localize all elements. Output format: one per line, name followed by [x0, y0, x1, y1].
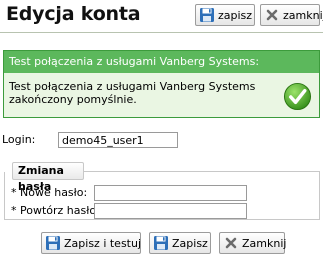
header-close-label: zamknij — [283, 8, 323, 22]
page-title: Edycja konta — [6, 3, 141, 25]
header-save-label: zapisz — [218, 8, 253, 22]
repeat-password-input[interactable] — [94, 203, 247, 219]
connection-test-message: Test połączenia z usługami Vanberg Syste… — [3, 50, 320, 118]
login-input[interactable] — [58, 132, 178, 148]
login-label: Login: — [2, 133, 36, 146]
floppy-disk-icon — [154, 236, 168, 250]
repeat-password-label: * Powtórz hasło: — [11, 204, 100, 217]
new-password-input[interactable] — [94, 185, 247, 201]
success-check-icon — [283, 82, 312, 111]
password-section-title: Zmiana hasła — [12, 162, 84, 193]
close-x-icon — [266, 9, 278, 21]
close-x-icon — [225, 237, 237, 249]
header-close-button[interactable]: zamknij — [260, 4, 323, 26]
title-divider — [0, 32, 323, 33]
floppy-disk-icon — [200, 8, 214, 22]
message-heading: Test połączenia z usługami Vanberg Syste… — [4, 51, 319, 73]
floppy-disk-icon — [46, 236, 60, 250]
save-and-test-button[interactable]: Zapisz i testuj — [41, 232, 141, 254]
save-and-test-label: Zapisz i testuj — [64, 236, 142, 250]
close-label: Zamknij — [242, 236, 287, 250]
save-label: Zapisz — [172, 236, 208, 250]
close-button[interactable]: Zamknij — [219, 232, 287, 254]
save-button[interactable]: Zapisz — [149, 232, 211, 254]
new-password-label: * Nowe hasło: — [11, 186, 88, 199]
header-save-button[interactable]: zapisz — [195, 4, 255, 26]
message-body: Test połączenia z usługami Vanberg Syste… — [9, 80, 256, 106]
section-top-border — [84, 171, 320, 172]
